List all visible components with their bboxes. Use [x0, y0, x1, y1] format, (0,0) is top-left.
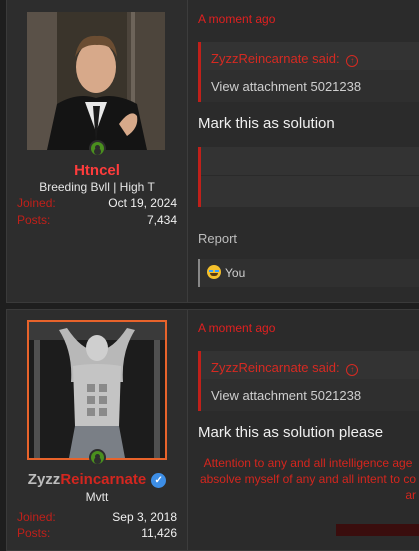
message-post: ZyzzReincarnate ✓ Mvtt Joined: Sep 3, 201…	[6, 309, 419, 551]
signature-banner	[336, 524, 419, 536]
crying-laughing-emoji-icon	[207, 265, 221, 279]
avatar-image	[27, 12, 165, 150]
post-timestamp[interactable]: A moment ago	[198, 321, 275, 335]
joined-label: Joined:	[17, 510, 56, 524]
signature-line: Attention to any and all intelligence ag…	[203, 456, 413, 470]
quote-header[interactable]: ZyzzReincarnate said: ↑	[211, 360, 359, 376]
signature-line: ar	[405, 488, 416, 502]
joined-stat: Joined: Sep 3, 2018	[17, 510, 177, 524]
username-part2: Reincarnate	[60, 471, 147, 488]
username[interactable]: ZyzzReincarnate ✓	[7, 471, 187, 488]
report-link[interactable]: Report	[198, 231, 237, 246]
bbcode-quote: ZyzzReincarnate said: ↑ View attachment …	[198, 351, 419, 411]
signature-line: absolve myself of any and all intent to …	[199, 472, 417, 486]
post-body: Mark this as solution please	[198, 424, 384, 441]
user-info-pane: Htncel Breeding Bvll | High T Joined: Oc…	[7, 0, 188, 302]
posts-value: 11,426	[141, 526, 177, 540]
arrow-up-circle-icon[interactable]: ↑	[346, 55, 359, 67]
avatar[interactable]	[27, 12, 165, 150]
reactions-bar[interactable]: You	[198, 259, 419, 287]
avatar-image	[29, 322, 165, 458]
verified-check-icon: ✓	[151, 473, 167, 488]
user-info-pane: ZyzzReincarnate ✓ Mvtt Joined: Sep 3, 201…	[7, 310, 188, 550]
attachment-link[interactable]: View attachment 5021238	[211, 79, 361, 94]
online-status-icon	[89, 140, 106, 157]
attachment-link[interactable]: View attachment 5021238	[211, 388, 361, 403]
arrow-up-circle-icon[interactable]: ↑	[346, 364, 359, 376]
username-part1: Zyzz	[27, 471, 61, 488]
posts-label: Posts:	[17, 213, 51, 227]
message-main: A moment ago ZyzzReincarnate said: ↑ Vie…	[188, 0, 419, 302]
posts-label: Posts:	[17, 526, 51, 540]
joined-label: Joined:	[17, 196, 56, 210]
online-status-icon	[89, 449, 106, 466]
message-main: A moment ago ZyzzReincarnate said: ↑ Vie…	[188, 310, 419, 550]
posts-stat: Posts: 11,426	[17, 526, 177, 540]
joined-value: Oct 19, 2024	[108, 196, 177, 210]
joined-stat: Joined: Oct 19, 2024	[17, 196, 177, 210]
reaction-users[interactable]: You	[225, 266, 245, 280]
post-body: Mark this as solution	[198, 115, 335, 132]
post-timestamp[interactable]: A moment ago	[198, 12, 275, 26]
posts-value: 7,434	[146, 213, 177, 227]
joined-value: Sep 3, 2018	[112, 510, 177, 524]
avatar[interactable]	[27, 320, 167, 460]
posts-stat: Posts: 7,434	[17, 213, 177, 227]
username[interactable]: Htncel	[7, 162, 187, 179]
quote-divider	[201, 175, 419, 176]
quote-content: View attachment 5021238	[201, 70, 419, 102]
quote-author: ZyzzReincarnate said:	[211, 51, 340, 66]
signature-text: Attention to any and all intelligence ag…	[188, 455, 419, 503]
empty-quote-block	[198, 147, 419, 207]
message-post: Htncel Breeding Bvll | High T Joined: Oc…	[6, 0, 419, 303]
user-title: Mvtt	[85, 490, 109, 504]
quote-content: View attachment 5021238	[201, 379, 419, 411]
quote-header[interactable]: ZyzzReincarnate said: ↑	[211, 51, 359, 67]
user-title: Breeding Bvll | High T	[39, 180, 155, 194]
bbcode-quote: ZyzzReincarnate said: ↑ View attachment …	[198, 42, 419, 102]
quote-author: ZyzzReincarnate said:	[211, 360, 340, 375]
